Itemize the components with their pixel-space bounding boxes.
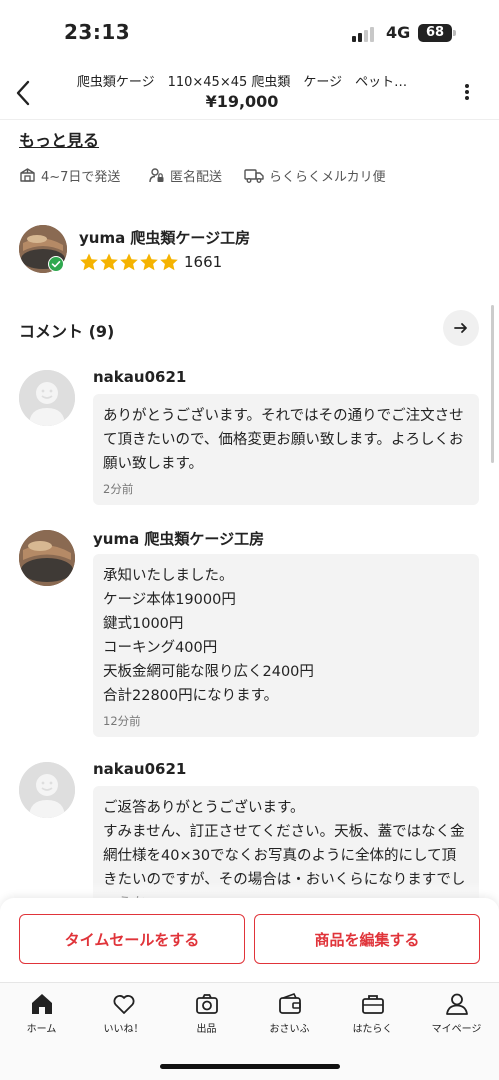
- avatar[interactable]: [19, 370, 75, 426]
- tab-label: いいね！: [103, 1024, 144, 1035]
- comment-text: ありがとうございます。それではその通りでご注文させて頂きたいので、価格変更お願い…: [103, 408, 464, 472]
- package-icon: [20, 168, 35, 182]
- seller-rating-stars: [79, 252, 179, 272]
- default-avatar-icon: [19, 370, 75, 426]
- shipping-days-text: 4~7日で発送: [41, 170, 121, 185]
- comment-bubble: 承知いたしました。 ケージ本体19000円 鍵式1000円 コーキング400円 …: [93, 554, 479, 737]
- shipping-method: らくらくメルカリ便: [244, 166, 386, 185]
- back-button[interactable]: [10, 78, 38, 108]
- seller-name: yuma 爬虫類ケージ工房: [79, 229, 251, 247]
- verified-badge-icon: [48, 256, 64, 272]
- time-sale-button[interactable]: タイムセールをする: [19, 914, 245, 964]
- star-icon: [160, 253, 178, 271]
- comment-username[interactable]: nakau0621: [93, 760, 186, 778]
- home-indicator: [160, 1064, 340, 1069]
- status-bar: 23:13 4G 68: [0, 0, 499, 64]
- seller-card[interactable]: yuma 爬虫類ケージ工房 1661: [19, 224, 479, 274]
- tab-label: はたらく: [352, 1024, 393, 1035]
- shipping-method-text: らくらくメルカリ便: [269, 170, 386, 185]
- comments-title: コメント (9): [19, 322, 115, 341]
- signal-icon: [352, 26, 378, 42]
- more-options-button[interactable]: [456, 82, 478, 104]
- comments-more-button[interactable]: [443, 310, 479, 346]
- comment-username[interactable]: nakau0621: [93, 368, 186, 386]
- comment-text: 承知いたしました。 ケージ本体19000円 鍵式1000円 コーキング400円 …: [103, 568, 314, 704]
- tab-sell[interactable]: 出品: [165, 991, 248, 1035]
- briefcase-icon: [361, 995, 384, 1014]
- default-avatar-icon: [19, 762, 75, 818]
- truck-icon: [244, 169, 264, 183]
- network-label: 4G: [386, 23, 411, 42]
- anonymous-shipping: 匿名配送: [148, 166, 222, 185]
- tab-label: おさいふ: [269, 1024, 310, 1035]
- item-title: 爬虫類ケージ 110×45×45 爬虫類 ケージ ペット…: [76, 75, 408, 90]
- arrow-right-icon: [454, 323, 467, 333]
- tab-mypage[interactable]: マイページ: [415, 991, 498, 1035]
- avatar[interactable]: [19, 762, 75, 818]
- anonymous-user-icon: [149, 168, 164, 183]
- star-icon: [140, 253, 158, 271]
- star-icon: [120, 253, 138, 271]
- item-header: 爬虫類ケージ 110×45×45 爬虫類 ケージ ペット… ¥19,000: [0, 64, 499, 120]
- action-bar: タイムセールをする 商品を編集する: [0, 898, 499, 982]
- camera-icon: [195, 994, 218, 1014]
- person-icon: [445, 993, 468, 1015]
- wallet-icon: [278, 993, 301, 1014]
- chevron-left-icon: [16, 80, 30, 106]
- comment-bubble: ありがとうございます。それではその通りでご注文させて頂きたいので、価格変更お願い…: [93, 394, 479, 505]
- comment-time: 2分前: [103, 482, 134, 496]
- avatar[interactable]: [19, 530, 75, 586]
- dot: [465, 90, 469, 94]
- star-icon: [100, 253, 118, 271]
- tab-likes[interactable]: いいね！: [82, 991, 165, 1035]
- battery-icon: 68: [418, 24, 452, 42]
- tab-label: マイページ: [431, 1024, 482, 1035]
- heart-icon: [113, 995, 134, 1014]
- battery-nub: [453, 30, 456, 36]
- scrollbar[interactable]: [491, 305, 494, 463]
- anonymous-shipping-text: 匿名配送: [170, 170, 223, 185]
- comment-time: 12分前: [103, 714, 141, 728]
- shipping-days: 4~7日で発送: [19, 166, 120, 185]
- dot: [465, 84, 469, 88]
- tab-work[interactable]: はたらく: [331, 991, 414, 1035]
- tab-label: ホーム: [26, 1024, 57, 1035]
- item-price: ¥19,000: [205, 92, 279, 111]
- comment-username[interactable]: yuma 爬虫類ケージ工房: [93, 528, 264, 549]
- status-time: 23:13: [64, 20, 131, 44]
- see-more-link[interactable]: もっと見る: [19, 127, 99, 151]
- dot: [465, 96, 469, 100]
- tab-home[interactable]: ホーム: [0, 991, 83, 1035]
- tab-label: 出品: [196, 1024, 217, 1035]
- home-icon: [31, 994, 52, 1014]
- comments-header: コメント (9): [19, 310, 479, 346]
- tab-wallet[interactable]: おさいふ: [248, 991, 331, 1035]
- rating-count: 1661: [184, 253, 223, 271]
- edit-item-button[interactable]: 商品を編集する: [254, 914, 480, 964]
- star-icon: [80, 253, 98, 271]
